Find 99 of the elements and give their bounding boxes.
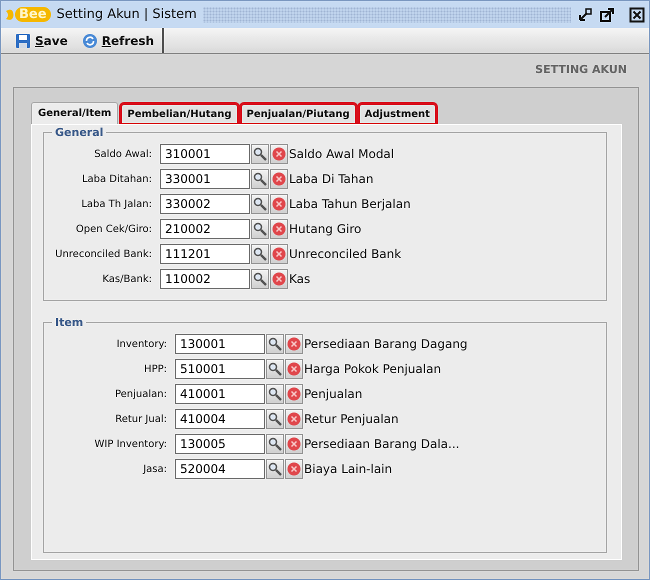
field-label: WIP Inventory: bbox=[94, 438, 168, 452]
account-name: Harga Pokok Penjualan bbox=[304, 361, 442, 378]
search-icon bbox=[268, 412, 282, 426]
field-label: Laba Ditahan: bbox=[80, 172, 153, 186]
clear-icon bbox=[272, 247, 286, 261]
account-name: Hutang Giro bbox=[289, 221, 362, 238]
account-name: Penjualan bbox=[304, 386, 362, 403]
clear-icon bbox=[287, 462, 301, 476]
search-button[interactable] bbox=[251, 269, 269, 289]
account-code-field[interactable]: 410001 bbox=[175, 384, 265, 404]
clear-icon bbox=[272, 222, 286, 236]
search-button[interactable] bbox=[251, 169, 269, 189]
search-button[interactable] bbox=[251, 219, 269, 239]
clear-icon bbox=[272, 172, 286, 186]
clear-button[interactable] bbox=[270, 219, 288, 239]
account-code-field[interactable]: 310001 bbox=[160, 144, 250, 164]
account-code-field[interactable]: 510001 bbox=[175, 359, 265, 379]
account-name: Persediaan Barang Dala... bbox=[304, 436, 460, 453]
field-label: Open Cek/Giro: bbox=[74, 222, 153, 236]
search-icon bbox=[253, 222, 267, 236]
search-button[interactable] bbox=[266, 359, 284, 379]
clear-button[interactable] bbox=[270, 269, 288, 289]
search-icon bbox=[268, 362, 282, 376]
search-button[interactable] bbox=[266, 409, 284, 429]
search-icon bbox=[253, 172, 267, 186]
clear-button[interactable] bbox=[285, 459, 303, 479]
search-icon bbox=[268, 462, 282, 476]
group-title: Item bbox=[54, 316, 84, 328]
clear-button[interactable] bbox=[285, 384, 303, 404]
account-name: Persediaan Barang Dagang bbox=[304, 336, 468, 353]
search-icon bbox=[268, 437, 282, 451]
clear-icon bbox=[287, 437, 301, 451]
account-name: Laba Di Tahan bbox=[289, 171, 374, 188]
clear-button[interactable] bbox=[270, 144, 288, 164]
account-code-field[interactable]: 111201 bbox=[160, 244, 250, 264]
account-name: Kas bbox=[289, 271, 310, 288]
clear-icon bbox=[287, 387, 301, 401]
search-icon bbox=[253, 197, 267, 211]
account-code-field[interactable]: 110002 bbox=[160, 269, 250, 289]
save-icon bbox=[15, 32, 31, 48]
window-title: Setting Akun | Sistem bbox=[56, 6, 197, 24]
account-code-field[interactable]: 330002 bbox=[160, 194, 250, 214]
clear-button[interactable] bbox=[285, 434, 303, 454]
field-label: Retur Jual: bbox=[114, 412, 168, 426]
clear-icon bbox=[287, 362, 301, 376]
search-icon bbox=[268, 387, 282, 401]
account-code-field[interactable]: 130005 bbox=[175, 434, 265, 454]
search-icon bbox=[253, 147, 267, 161]
account-code-field[interactable]: 130001 bbox=[175, 334, 265, 354]
field-label: Unreconciled Bank: bbox=[54, 248, 153, 262]
search-button[interactable] bbox=[251, 144, 269, 164]
account-code-field[interactable]: 210002 bbox=[160, 219, 250, 239]
minimize-icon[interactable] bbox=[577, 6, 593, 22]
account-name: Retur Penjualan bbox=[304, 411, 399, 428]
search-icon bbox=[253, 272, 267, 286]
field-label: Saldo Awal: bbox=[93, 148, 153, 162]
close-icon[interactable] bbox=[629, 6, 645, 22]
clear-icon bbox=[272, 197, 286, 211]
search-icon bbox=[268, 337, 282, 351]
search-button[interactable] bbox=[266, 334, 284, 354]
clear-icon bbox=[272, 272, 286, 286]
clear-icon bbox=[272, 147, 286, 161]
search-button[interactable] bbox=[266, 384, 284, 404]
clear-button[interactable] bbox=[285, 359, 303, 379]
tab[interactable]: Adjustment bbox=[358, 104, 436, 124]
field-label: Kas/Bank: bbox=[101, 272, 153, 286]
account-name: Unreconciled Bank bbox=[289, 246, 402, 263]
refresh-button[interactable]: Refresh bbox=[82, 32, 154, 50]
field-label: HPP: bbox=[143, 362, 168, 376]
account-name: Biaya Lain-lain bbox=[304, 461, 392, 478]
search-icon bbox=[253, 247, 267, 261]
clear-icon bbox=[287, 337, 301, 351]
search-button[interactable] bbox=[251, 244, 269, 264]
account-name: Laba Tahun Berjalan bbox=[289, 196, 411, 213]
tab[interactable]: Pembelian/Hutang bbox=[121, 104, 238, 124]
tab[interactable]: General/Item bbox=[31, 102, 118, 124]
search-button[interactable] bbox=[266, 459, 284, 479]
tab[interactable]: Penjualan/Piutang bbox=[240, 104, 356, 124]
clear-button[interactable] bbox=[285, 409, 303, 429]
search-button[interactable] bbox=[251, 194, 269, 214]
field-label: Jasa: bbox=[142, 462, 168, 476]
account-code-field[interactable]: 520004 bbox=[175, 459, 265, 479]
account-name: Saldo Awal Modal bbox=[289, 146, 394, 163]
account-code-field[interactable]: 330001 bbox=[160, 169, 250, 189]
clear-icon bbox=[287, 412, 301, 426]
maximize-icon[interactable] bbox=[599, 6, 615, 22]
field-label: Penjualan: bbox=[114, 388, 168, 402]
clear-button[interactable] bbox=[270, 169, 288, 189]
field-label: Inventory: bbox=[116, 338, 168, 352]
refresh-icon bbox=[82, 32, 98, 48]
save-button[interactable]: Save bbox=[15, 32, 68, 50]
clear-button[interactable] bbox=[270, 244, 288, 264]
group-title: General bbox=[54, 126, 104, 138]
field-label: Laba Th Jalan: bbox=[80, 198, 153, 212]
account-code-field[interactable]: 410004 bbox=[175, 409, 265, 429]
clear-button[interactable] bbox=[270, 194, 288, 214]
clear-button[interactable] bbox=[285, 334, 303, 354]
search-button[interactable] bbox=[266, 434, 284, 454]
page-heading: SETTING AKUN bbox=[535, 62, 627, 78]
